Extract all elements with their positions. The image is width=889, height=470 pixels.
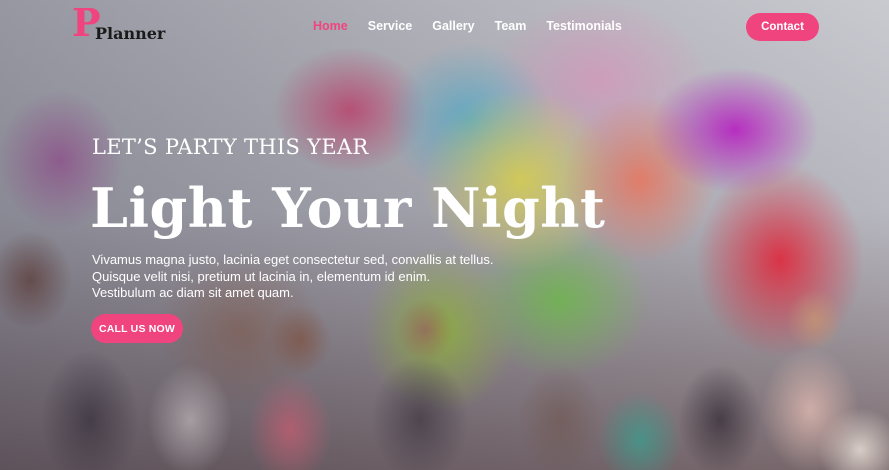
hero-description: Vivamus magna justo, lacinia eget consec… — [92, 252, 494, 302]
hero-description-line: Vestibulum ac diam sit amet quam. — [92, 285, 294, 300]
hero-tagline: LET’S PARTY THIS YEAR — [92, 135, 369, 159]
hero-description-line: Vivamus magna justo, lacinia eget consec… — [92, 252, 494, 267]
main-nav: Home Service Gallery Team Testimonials — [313, 19, 642, 33]
nav-item-gallery[interactable]: Gallery — [432, 19, 474, 33]
call-us-now-button[interactable]: CALL US NOW — [91, 314, 183, 343]
contact-button[interactable]: Contact — [746, 13, 819, 41]
site-header: P Planner Home Service Gallery Team Test… — [0, 0, 889, 56]
nav-item-service[interactable]: Service — [368, 19, 412, 33]
nav-item-testimonials[interactable]: Testimonials — [546, 19, 621, 33]
nav-item-home[interactable]: Home — [313, 19, 348, 33]
logo-word: Planner — [95, 24, 166, 43]
logo[interactable]: P Planner — [72, 4, 166, 48]
hero-headline: Light Your Night — [90, 176, 606, 240]
hero-description-line: Quisque velit nisi, pretium ut lacinia i… — [92, 268, 431, 284]
nav-item-team[interactable]: Team — [495, 19, 527, 33]
